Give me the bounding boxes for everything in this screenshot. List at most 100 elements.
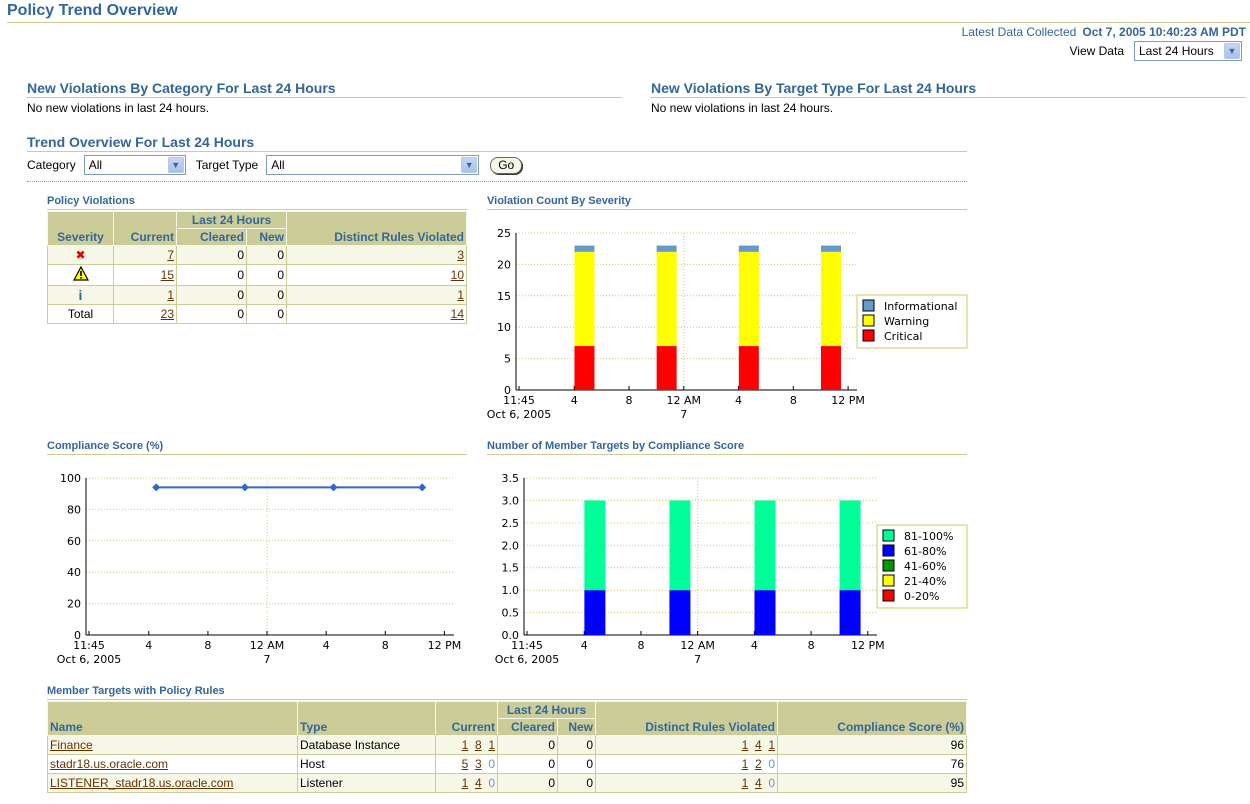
y-tick-label: 3.0	[502, 494, 520, 507]
current-critical-link[interactable]: 1	[462, 738, 469, 752]
info-icon: i	[47, 285, 114, 305]
target-name-link[interactable]: LISTENER_stadr18.us.oracle.com	[50, 776, 233, 790]
x-subtick-label: 7	[694, 653, 701, 666]
legend-label: 41-60%	[904, 560, 946, 573]
bar-segment-critical	[820, 346, 841, 390]
warning-triangle-icon	[47, 264, 114, 286]
compliance-score: 95	[777, 773, 967, 793]
x-tick-label: 11:45	[73, 639, 105, 652]
target-type-label: Target Type	[195, 158, 259, 172]
x-subtick-label: Oct 6, 2005	[57, 653, 122, 666]
current-info-link[interactable]: 1	[488, 738, 495, 752]
divider	[27, 97, 622, 98]
distinct-critical-link[interactable]: 1	[742, 776, 749, 790]
x-tick-label: 4	[751, 639, 758, 652]
new-value: 0	[557, 735, 596, 755]
current-warning-link[interactable]: 8	[475, 738, 482, 752]
col-last24: Last 24 Hours	[176, 211, 287, 229]
latest-data-collected: Latest Data Collected Oct 7, 2005 10:40:2…	[962, 25, 1246, 39]
x-tick-label: 8	[808, 639, 815, 652]
cleared-value: 0	[176, 304, 247, 324]
sort-ascending-icon[interactable]: △	[83, 720, 92, 734]
x-tick-label: 12 AM	[680, 639, 715, 652]
y-tick-label: 10	[497, 321, 511, 334]
divider	[47, 699, 967, 700]
current-warning-link[interactable]: 3	[475, 757, 482, 771]
target-name-link[interactable]: stadr18.us.oracle.com	[50, 757, 168, 771]
view-data-select[interactable]: Last 24 Hours ▼	[1134, 41, 1242, 61]
current-link[interactable]: 15	[161, 268, 174, 282]
bar-segment-informational	[820, 245, 841, 252]
compliance-score-chart: 02040608010011:45Oct 6, 20054 8 12 AM74 8 12…	[57, 472, 461, 666]
y-tick-label: 0.5	[502, 607, 520, 620]
x-subtick-label: 7	[264, 653, 271, 666]
current-warning-link[interactable]: 4	[475, 776, 482, 790]
x-tick-label: 4	[145, 639, 152, 652]
y-tick-label: 5	[504, 353, 511, 366]
new-by-target-type-message: No new violations in last 24 hours.	[651, 101, 834, 115]
dotted-separator	[27, 181, 967, 182]
divider	[47, 454, 467, 455]
view-data-control: View Data Last 24 Hours ▼	[1070, 41, 1242, 61]
col-current: Current	[113, 211, 177, 246]
x-subtick-label: Oct 6, 2005	[487, 408, 551, 421]
current-link[interactable]: 1	[167, 288, 174, 302]
distinct-counts: 1 4 1	[595, 735, 778, 755]
current-link[interactable]: 7	[167, 248, 174, 262]
distinct-warning-link[interactable]: 4	[755, 738, 762, 752]
legend-label: 0-20%	[904, 590, 939, 603]
distinct-critical-link[interactable]: 1	[742, 738, 749, 752]
x-tick-label: 12 AM	[250, 639, 285, 652]
legend-swatch	[882, 544, 895, 557]
bar-segment-warning	[820, 251, 841, 347]
table-row-informational: i 1 0 0 1	[47, 285, 467, 305]
current-info-value: 0	[488, 776, 495, 790]
trend-filters: Category All ▼ Target Type All ▼ Go	[27, 154, 523, 176]
cleared-value: 0	[176, 285, 247, 305]
distinct-link[interactable]: 14	[451, 307, 464, 321]
distinct-warning-link[interactable]: 4	[755, 776, 762, 790]
col-name[interactable]: Name△	[47, 701, 298, 736]
distinct-link[interactable]: 3	[457, 248, 464, 262]
legend-label: 21-40%	[904, 575, 946, 588]
data-point	[418, 483, 427, 492]
chevron-down-icon[interactable]: ▼	[461, 157, 478, 173]
distinct-link[interactable]: 1	[457, 288, 464, 302]
bar-segment-81-100-	[839, 500, 861, 591]
cleared-value: 0	[497, 754, 558, 774]
distinct-info-link[interactable]: 1	[768, 738, 775, 752]
chevron-down-icon[interactable]: ▼	[167, 157, 184, 173]
data-point	[329, 483, 338, 492]
legend-label: Warning	[884, 315, 929, 328]
distinct-critical-link[interactable]: 1	[742, 757, 749, 771]
y-tick-label: 2.5	[502, 517, 520, 530]
y-tick-label: 25	[497, 227, 511, 240]
target-name-link[interactable]: Finance	[50, 738, 93, 752]
current-critical-link[interactable]: 1	[462, 776, 469, 790]
distinct-link[interactable]: 10	[451, 268, 464, 282]
y-tick-label: 80	[67, 503, 81, 516]
trend-title: Trend Overview For Last 24 Hours	[27, 134, 255, 150]
cleared-value: 0	[497, 773, 558, 793]
data-point	[240, 483, 249, 492]
divider	[651, 97, 1246, 98]
go-button[interactable]: Go	[490, 156, 523, 174]
x-tick-label: 8	[625, 394, 632, 407]
x-subtick-label: 7	[680, 408, 687, 421]
compliance-score-title: Compliance Score (%)	[47, 440, 164, 452]
target-type-select[interactable]: All ▼	[266, 155, 480, 175]
bar-segment-critical	[574, 346, 595, 390]
cleared-value: 0	[176, 264, 247, 286]
distinct-warning-link[interactable]: 2	[755, 757, 762, 771]
y-tick-label: 60	[67, 535, 81, 548]
current-critical-link[interactable]: 5	[462, 757, 469, 771]
chevron-down-icon[interactable]: ▼	[1224, 43, 1240, 59]
cleared-value: 0	[176, 245, 247, 265]
bar-segment-informational	[738, 245, 759, 252]
legend-label: Critical	[884, 330, 922, 343]
category-select[interactable]: All ▼	[83, 155, 186, 175]
x-tick-label: 12 AM	[667, 394, 702, 407]
page-title: Policy Trend Overview	[7, 2, 178, 19]
current-link[interactable]: 23	[161, 307, 174, 321]
latest-label: Latest Data Collected	[961, 25, 1077, 39]
